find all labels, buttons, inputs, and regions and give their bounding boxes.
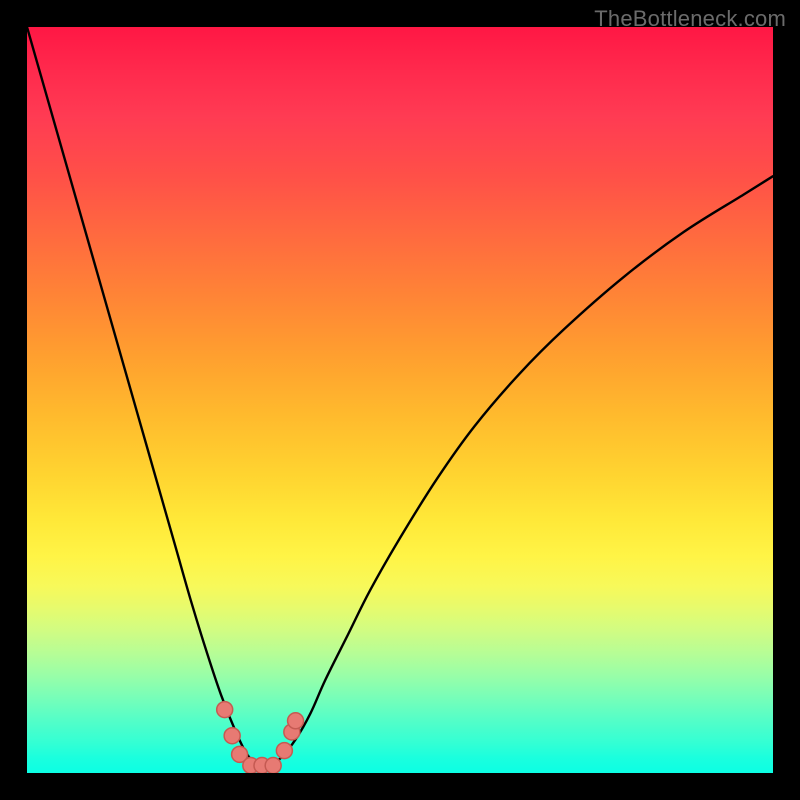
curve-marker-dot — [276, 743, 292, 759]
curve-marker-dot — [217, 702, 233, 718]
curve-marker-group — [217, 702, 304, 773]
curve-marker-dot — [224, 728, 240, 744]
curve-marker-dot — [288, 713, 304, 729]
chart-plot-area — [27, 27, 773, 773]
bottleneck-curve — [27, 27, 773, 767]
curve-marker-dot — [265, 758, 281, 773]
chart-svg — [27, 27, 773, 773]
chart-frame: TheBottleneck.com — [0, 0, 800, 800]
watermark-text: TheBottleneck.com — [594, 6, 786, 32]
